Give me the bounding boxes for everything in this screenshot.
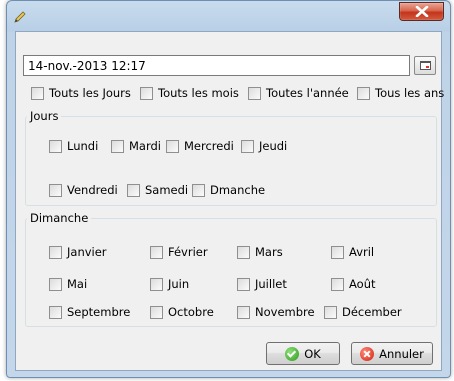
checkbox-box [140, 86, 153, 100]
month-label: Septembre [67, 305, 131, 319]
month-checkbox-april[interactable]: Avril [331, 244, 374, 260]
day-checkbox-wednesday[interactable]: Mercredi [166, 138, 234, 154]
checkbox-box [237, 245, 250, 259]
ok-button[interactable]: OK [266, 342, 340, 365]
title-bar[interactable] [7, 1, 450, 31]
checkbox-box [331, 245, 344, 259]
month-checkbox-february[interactable]: Février [150, 244, 208, 260]
month-label: Janvier [67, 245, 107, 259]
month-label: Mai [67, 277, 88, 291]
all-months-checkbox[interactable]: Touts les mois [140, 85, 239, 101]
date-input[interactable] [23, 55, 410, 76]
checkbox-box [248, 86, 261, 100]
all-days-label: Touts les Jours [49, 86, 131, 100]
check-icon [285, 346, 300, 361]
dialog-body: Touts les Jours Touts les mois Toutes l'… [15, 31, 444, 371]
month-label: Août [349, 277, 376, 291]
close-button[interactable] [399, 2, 444, 21]
day-label: Mercredi [184, 139, 234, 153]
month-checkbox-may[interactable]: Mai [49, 276, 87, 292]
month-checkbox-january[interactable]: Janvier [49, 244, 107, 260]
day-checkbox-friday[interactable]: Vendredi [49, 182, 118, 198]
checkbox-box [237, 305, 250, 319]
checkbox-box [166, 139, 179, 153]
months-group-title: Dimanche [27, 211, 92, 225]
calendar-icon [420, 61, 431, 70]
checkbox-box [49, 183, 62, 197]
day-label: Mardi [129, 139, 161, 153]
checkbox-box [127, 183, 140, 197]
checkbox-box [49, 277, 62, 291]
cancel-button[interactable]: Annuler [351, 342, 433, 365]
checkbox-box [31, 86, 44, 100]
month-checkbox-october[interactable]: Octobre [150, 304, 214, 320]
checkbox-box [111, 139, 124, 153]
checkbox-box [49, 305, 62, 319]
day-label: Lundi [67, 139, 99, 153]
days-group-title: Jours [27, 109, 62, 123]
month-label: Avril [349, 245, 375, 259]
all-ans-label: Tous les ans [375, 86, 445, 100]
day-checkbox-thursday[interactable]: Jeudi [241, 138, 287, 154]
checkbox-box [49, 139, 62, 153]
month-checkbox-july[interactable]: Juillet [237, 276, 287, 292]
day-checkbox-saturday[interactable]: Samedi [127, 182, 188, 198]
day-label: Jeudi [259, 139, 288, 153]
month-checkbox-june[interactable]: Juin [150, 276, 189, 292]
month-checkbox-march[interactable]: Mars [237, 244, 283, 260]
all-months-label: Touts les mois [158, 86, 239, 100]
day-checkbox-sunday[interactable]: Dmanche [192, 182, 265, 198]
checkbox-box [324, 305, 337, 319]
cancel-icon [360, 346, 375, 361]
day-checkbox-monday[interactable]: Lundi [49, 138, 98, 154]
all-years-checkbox[interactable]: Toutes l'année [248, 85, 349, 101]
month-checkbox-november[interactable]: Novembre [237, 304, 315, 320]
month-label: Mars [255, 245, 283, 259]
month-label: Octobre [168, 305, 214, 319]
dialog-window: Touts les Jours Touts les mois Toutes l'… [6, 0, 451, 378]
all-years-label: Toutes l'année [266, 86, 349, 100]
all-days-checkbox[interactable]: Touts les Jours [31, 85, 131, 101]
all-ans-checkbox[interactable]: Tous les ans [357, 85, 444, 101]
checkbox-box [150, 277, 163, 291]
close-icon [415, 6, 429, 17]
day-checkbox-tuesday[interactable]: Mardi [111, 138, 161, 154]
checkbox-box [357, 86, 370, 100]
month-label: Juin [168, 277, 190, 291]
ok-button-label: OK [304, 346, 321, 361]
month-label: Novembre [255, 305, 315, 319]
date-picker-button[interactable] [414, 56, 436, 75]
checkbox-box [237, 277, 250, 291]
month-label: Décember [342, 305, 402, 319]
day-label: Samedi [145, 183, 189, 197]
cancel-button-label: Annuler [379, 346, 424, 361]
month-checkbox-december[interactable]: Décember [324, 304, 402, 320]
checkbox-box [331, 277, 344, 291]
checkbox-box [241, 139, 254, 153]
checkbox-box [150, 305, 163, 319]
month-checkbox-august[interactable]: Août [331, 276, 376, 292]
checkbox-box [150, 245, 163, 259]
checkbox-box [49, 245, 62, 259]
month-label: Juillet [255, 277, 287, 291]
day-label: Vendredi [67, 183, 118, 197]
checkbox-box [192, 183, 205, 197]
pencil-icon [14, 11, 26, 23]
month-label: Février [168, 245, 208, 259]
day-label: Dmanche [210, 183, 266, 197]
month-checkbox-september[interactable]: Septembre [49, 304, 130, 320]
